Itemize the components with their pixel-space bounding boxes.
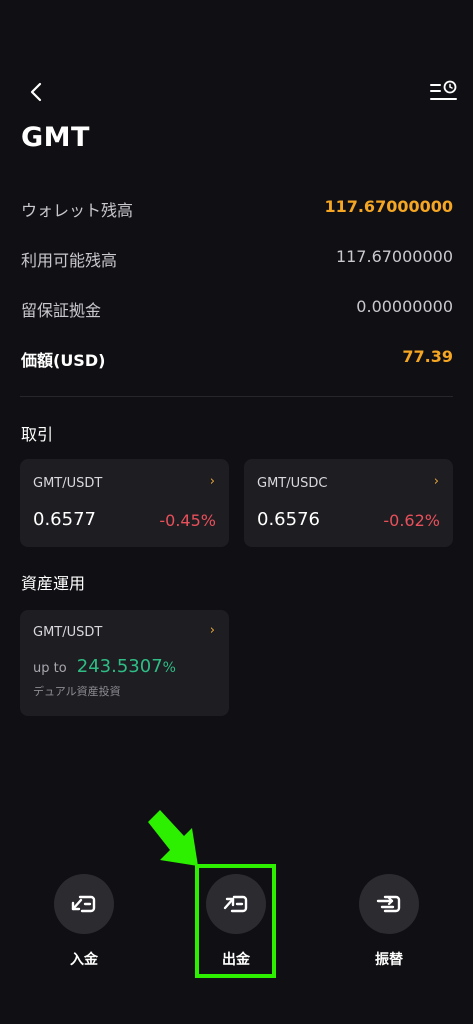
available-balance-value: 117.67000000 xyxy=(335,247,453,266)
reserved-margin-value: 0.00000000 xyxy=(356,297,453,316)
trade-pair: GMT/USDC xyxy=(257,476,328,491)
wallet-balance-value: 117.67000000 xyxy=(324,197,453,216)
earn-card-gmt-usdt[interactable]: GMT/USDT › up to 243.5307% デュアル資産投資 xyxy=(20,610,229,716)
trade-change: -0.45% xyxy=(159,511,216,530)
usd-value-label: 価額(USD) xyxy=(21,351,106,370)
chevron-right-icon: › xyxy=(209,474,215,489)
trade-card-gmt-usdc[interactable]: GMT/USDC › 0.6576 -0.62% xyxy=(244,459,453,547)
divider xyxy=(20,396,453,397)
trade-change: -0.62% xyxy=(383,511,440,530)
deposit-label: 入金 xyxy=(70,952,98,968)
chevron-right-icon: › xyxy=(209,623,215,638)
earn-product-name: デュアル資産投資 xyxy=(33,685,121,698)
trade-card-gmt-usdt[interactable]: GMT/USDT › 0.6577 -0.45% xyxy=(20,459,229,547)
chevron-left-icon xyxy=(30,82,42,102)
reserved-margin-label: 留保証拠金 xyxy=(21,301,102,320)
deposit-icon xyxy=(54,874,114,934)
earn-section-title: 資産運用 xyxy=(21,574,86,593)
earn-apr-unit: % xyxy=(162,660,176,676)
history-button[interactable] xyxy=(426,76,460,108)
earn-apr-value: 243.5307 xyxy=(76,656,163,677)
transfer-button[interactable]: 振替 xyxy=(349,874,429,974)
pointer-arrow-icon xyxy=(148,810,198,866)
earn-pair: GMT/USDT xyxy=(33,625,103,640)
earn-apr-row: up to 243.5307% xyxy=(33,656,176,677)
back-button[interactable] xyxy=(20,76,52,108)
trade-price: 0.6576 xyxy=(257,509,320,530)
chevron-right-icon: › xyxy=(433,474,439,489)
wallet-balance-label: ウォレット残高 xyxy=(21,201,134,220)
deposit-button[interactable]: 入金 xyxy=(44,874,124,974)
trade-section-title: 取引 xyxy=(21,425,54,444)
trade-pair: GMT/USDT xyxy=(33,476,103,491)
available-balance-label: 利用可能残高 xyxy=(21,251,118,270)
transfer-icon xyxy=(359,874,419,934)
earn-apr-prefix: up to xyxy=(33,661,67,676)
highlight-box xyxy=(195,864,276,978)
list-clock-icon xyxy=(430,80,457,100)
page-title: GMT xyxy=(21,122,90,153)
usd-value-value: 77.39 xyxy=(402,347,453,366)
trade-price: 0.6577 xyxy=(33,509,96,530)
transfer-label: 振替 xyxy=(375,952,403,968)
